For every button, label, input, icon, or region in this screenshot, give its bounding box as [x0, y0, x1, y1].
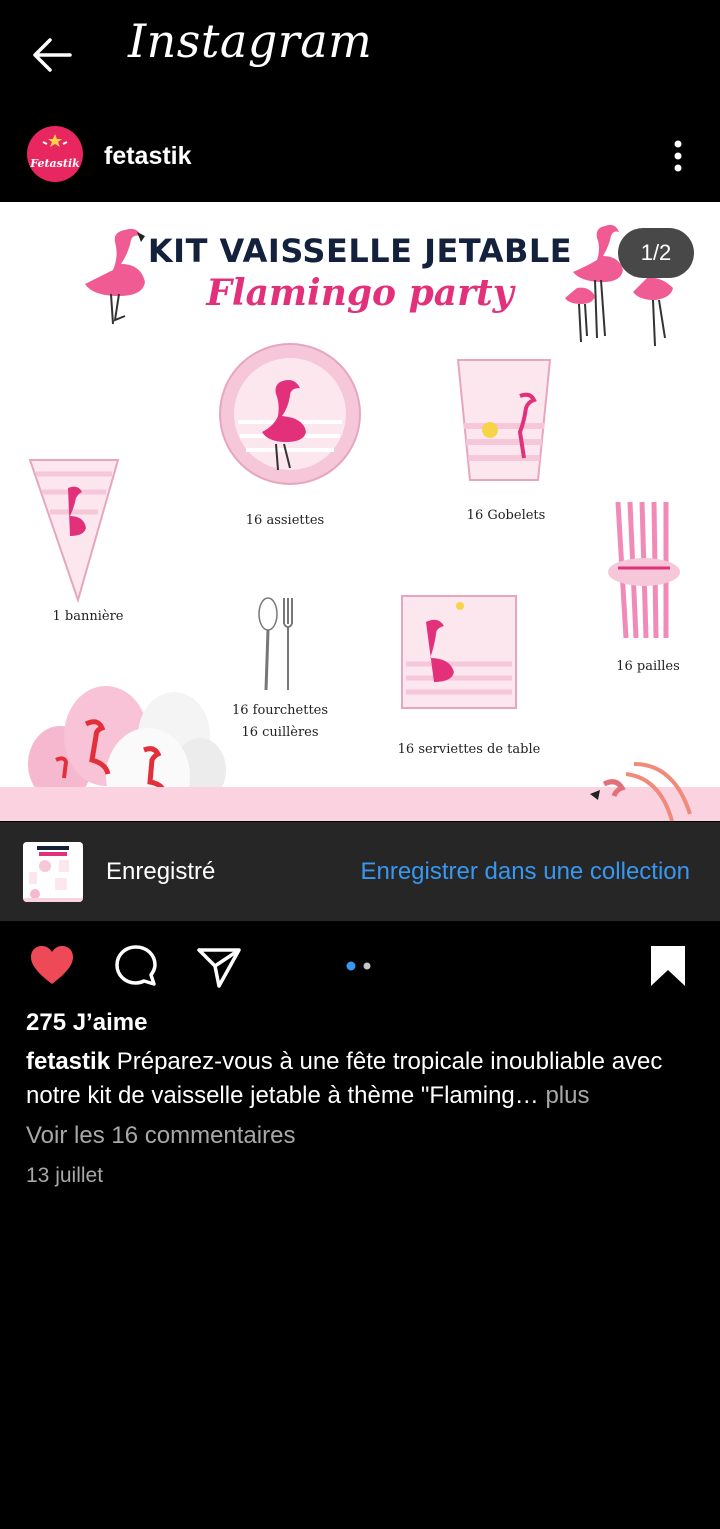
avatar-label: Fetastik: [30, 157, 80, 170]
carousel-dots: [345, 958, 375, 971]
post-date: 13 juillet: [26, 1164, 104, 1187]
like-heart-icon[interactable]: [28, 942, 76, 990]
post-caption: fetastik Préparez-vous à une fête tropic…: [26, 1045, 696, 1113]
image-caption-plates: 16 assiettes: [245, 513, 325, 528]
comment-icon[interactable]: [112, 942, 160, 990]
instagram-logo: Instagram: [128, 14, 373, 68]
saved-bar: Enregistré Enregistrer dans une collecti…: [0, 822, 720, 921]
caption-username[interactable]: fetastik: [26, 1048, 110, 1075]
banner-illustration: [28, 459, 120, 604]
save-to-collection-link[interactable]: Enregistrer dans une collection: [360, 858, 690, 886]
post-header: Fetastik fetastik: [0, 118, 720, 198]
image-caption-spoons: 16 cuillères: [241, 725, 319, 740]
image-caption-forks: 16 fourchettes: [231, 703, 329, 718]
bookmark-icon[interactable]: [644, 942, 692, 990]
napkin-illustration: [401, 595, 517, 709]
cutlery-illustration: [258, 597, 293, 691]
avatar[interactable]: Fetastik: [27, 126, 83, 182]
cup-illustration: [456, 359, 552, 481]
caption-more-link[interactable]: plus: [545, 1082, 589, 1109]
view-comments-link[interactable]: Voir les 16 commentaires: [26, 1122, 295, 1150]
flamingo-illustration-left: [85, 228, 145, 325]
share-send-icon[interactable]: [195, 942, 243, 990]
post-actions: [0, 938, 720, 998]
saved-label: Enregistré: [106, 858, 216, 885]
image-caption-straws: 16 pailles: [616, 659, 680, 674]
more-options-icon[interactable]: [664, 136, 692, 176]
image-caption-banner: 1 bannière: [52, 609, 124, 624]
post-username[interactable]: fetastik: [104, 142, 192, 171]
straws-illustration: [608, 501, 680, 639]
top-bar: Instagram: [0, 0, 720, 110]
back-arrow-icon[interactable]: [30, 32, 76, 78]
post-image[interactable]: KIT VAISSELLE JETABLE Flamingo party 16 …: [0, 202, 720, 821]
image-caption-napkins: 16 serviettes de table: [397, 742, 541, 757]
image-caption-cups: 16 Gobelets: [466, 508, 546, 523]
image-counter: 1/2: [618, 228, 694, 278]
likes-count[interactable]: 275 J’aime: [26, 1009, 147, 1037]
flamingo-corner-illustration: [590, 762, 692, 821]
saved-thumbnail: [23, 842, 83, 902]
plate-illustration: [219, 343, 361, 485]
